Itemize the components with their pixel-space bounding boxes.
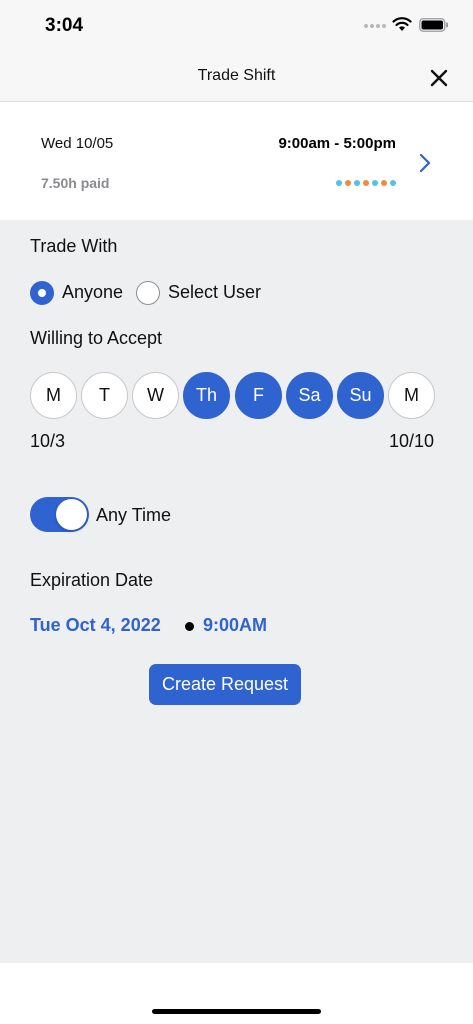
navigation-bar: Trade Shift [0,52,473,102]
shift-color-dot [345,180,351,186]
shift-color-dots [336,180,396,186]
day-monday[interactable]: M [30,372,77,419]
day-wednesday[interactable]: W [132,372,179,419]
day-next-monday[interactable]: M [388,372,435,419]
shift-color-dot [354,180,360,186]
chevron-right-icon[interactable] [418,152,432,174]
expiration-date-value[interactable]: Tue Oct 4, 2022 [30,615,161,636]
range-start-date: 10/3 [30,431,66,451]
expiration-date-label: Expiration Date [30,570,154,590]
status-time: 3:04 [45,15,84,36]
day-saturday[interactable]: Sa [286,372,333,419]
radio-selected-icon [30,280,54,305]
page-title: Trade Shift [197,67,276,84]
shift-color-dot [363,180,369,186]
shift-color-dot [390,180,396,186]
expiration-time-value[interactable]: 9:00AM [203,615,267,636]
shift-color-dot [336,180,342,186]
home-indicator [152,1009,321,1014]
shift-color-dot [381,180,387,186]
shift-color-dot [372,180,378,186]
radio-unselected-icon [136,280,160,305]
any-time-toggle[interactable] [30,497,89,532]
shift-card[interactable]: Wed 10/05 7.50h paid 9:00am - 5:00pm [0,102,473,220]
radio-anyone[interactable]: Anyone [30,280,123,305]
create-request-button[interactable]: Create Request [149,664,301,705]
trade-with-label: Trade With [30,236,118,256]
wifi-icon [392,17,412,31]
status-bar: 3:04 [0,0,473,52]
willing-to-accept-label: Willing to Accept [30,328,163,348]
day-thursday[interactable]: Th [183,372,230,419]
shift-paid-hours: 7.50h paid [41,175,110,191]
shift-time-range: 9:00am - 5:00pm [278,135,396,152]
range-end-date: 10/10 [389,431,435,451]
day-friday[interactable]: F [235,372,282,419]
any-time-label: Any Time [96,505,172,525]
cellular-signal-icon [364,24,386,28]
separator-dot [185,622,194,631]
radio-select-user[interactable]: Select User [136,280,261,305]
battery-icon [419,18,448,32]
day-sunday[interactable]: Su [337,372,384,419]
day-tuesday[interactable]: T [81,372,128,419]
close-button[interactable] [426,65,452,91]
shift-date: Wed 10/05 [41,135,114,152]
radio-anyone-label: Anyone [62,282,124,302]
radio-select-user-label: Select User [168,282,262,302]
toggle-knob [56,499,87,530]
close-icon [430,69,448,87]
bottom-safe-area [0,963,473,1024]
